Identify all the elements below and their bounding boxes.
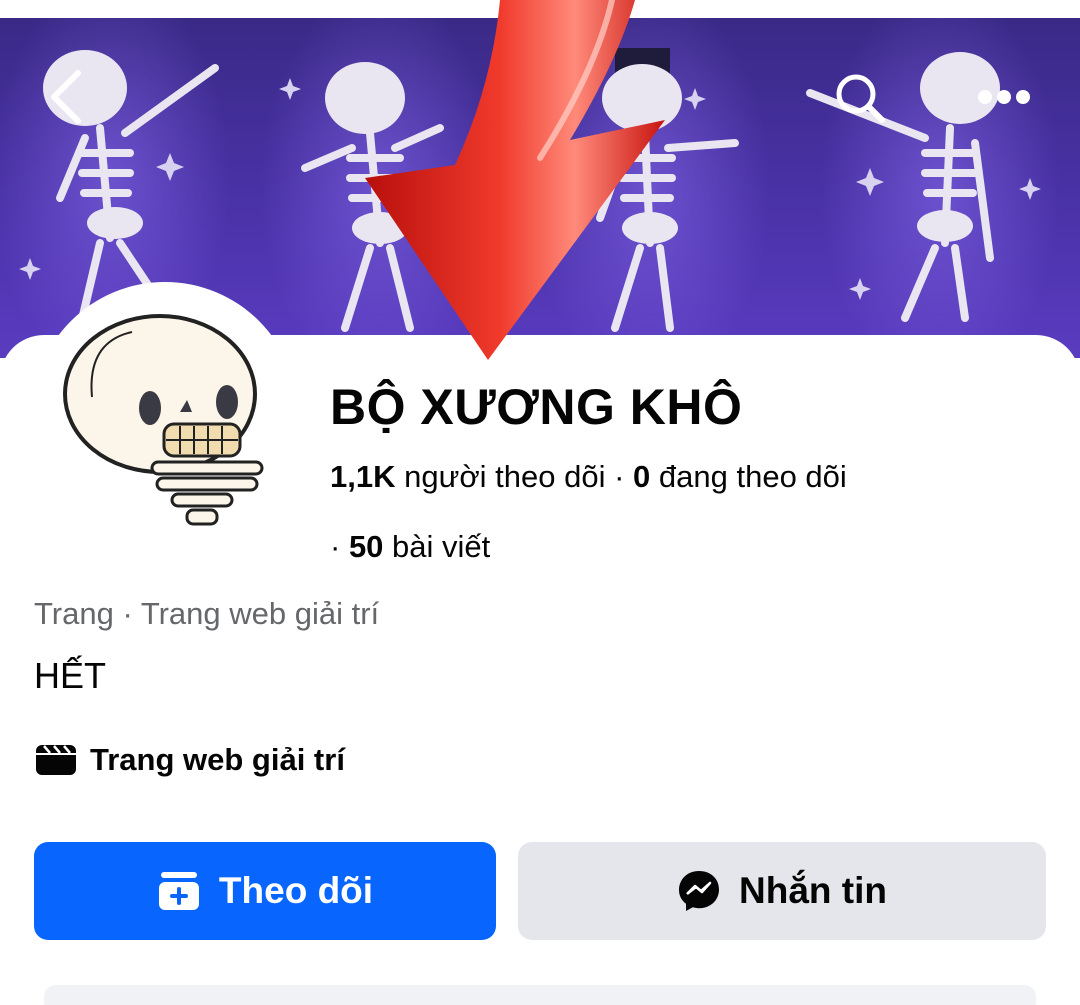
page-category: Trang · Trang web giải trí [34, 596, 380, 631]
posts-stats: · 50 bài viết [330, 529, 490, 565]
next-section-edge [44, 985, 1036, 1005]
more-options-button[interactable] [972, 72, 1036, 122]
followers-label[interactable]: người theo dõi [395, 459, 605, 494]
following-label[interactable]: đang theo dõi [650, 459, 847, 494]
follow-stats: 1,1K người theo dõi · 0 đang theo dõi [330, 459, 847, 495]
messenger-icon [679, 871, 719, 911]
search-icon [836, 74, 885, 123]
more-dots-icon [978, 90, 1030, 104]
intro-category-item: Trang web giải trí [34, 742, 345, 778]
follow-button[interactable]: Theo dõi [34, 842, 496, 940]
follow-icon [158, 872, 199, 910]
follow-button-label: Theo dõi [218, 870, 374, 911]
back-button[interactable] [38, 62, 94, 132]
status-area [0, 0, 1080, 18]
followers-count[interactable]: 1,1K [330, 459, 395, 494]
clapperboard-icon [36, 745, 76, 775]
page-bio: HẾT [34, 655, 106, 696]
following-count[interactable]: 0 [633, 459, 650, 494]
chevron-left-icon [51, 70, 81, 124]
posts-label: bài viết [383, 529, 491, 564]
posts-prefix: · [330, 529, 349, 564]
search-button[interactable] [828, 66, 892, 130]
message-button-label: Nhắn tin [739, 870, 887, 911]
intro-category-label: Trang web giải trí [90, 742, 345, 777]
stats-separator: · [605, 459, 634, 494]
skull-avatar-icon [63, 314, 264, 526]
posts-count: 50 [348, 529, 384, 564]
message-button[interactable]: Nhắn tin [518, 842, 1046, 940]
profile-avatar[interactable] [32, 282, 298, 548]
page-title: BỘ XƯƠNG KHÔ [330, 379, 743, 435]
